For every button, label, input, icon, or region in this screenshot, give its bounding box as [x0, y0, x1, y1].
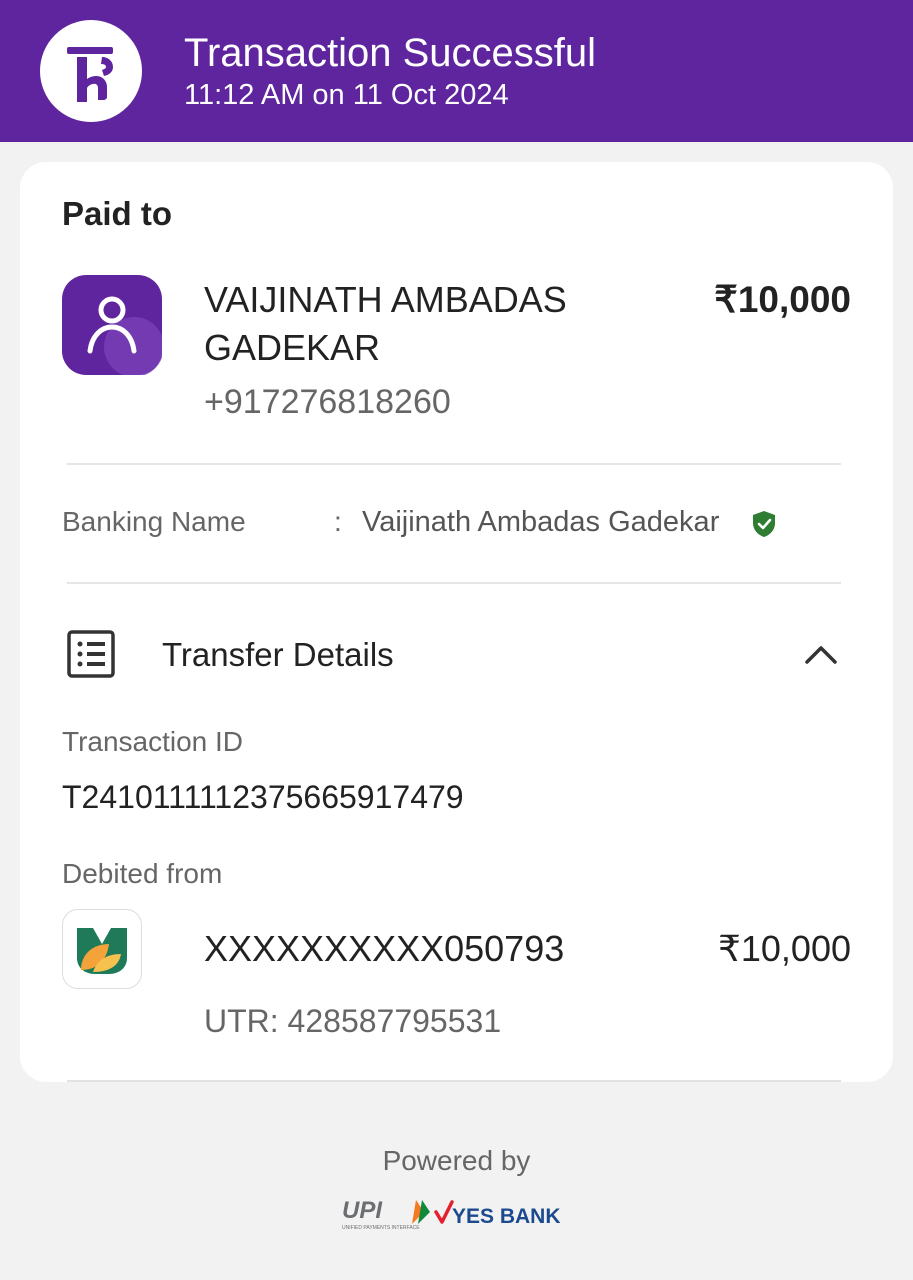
transaction-id-value: T2410111112375665917479	[62, 779, 464, 815]
utr-number: UTR: 428587795531	[204, 1003, 502, 1039]
transaction-card: Paid to VAIJINATH AMBADAS GADEKAR +91727…	[20, 162, 893, 1082]
debited-account-number: XXXXXXXXXX050793	[204, 928, 565, 969]
payee-name: VAIJINATH AMBADAS GADEKAR	[204, 279, 567, 368]
debited-from-label: Debited from	[62, 858, 223, 889]
svg-text:UNIFIED PAYMENTS INTERFACE: UNIFIED PAYMENTS INTERFACE	[342, 1225, 420, 1231]
divider	[67, 1080, 841, 1082]
phonepe-logo-icon	[40, 20, 142, 122]
receipt-list-icon	[67, 630, 115, 678]
svg-text:UPI: UPI	[342, 1197, 383, 1224]
banking-name-value: Vaijinath Ambadas Gadekar	[362, 506, 720, 538]
partner-logos: UPI UNIFIED PAYMENTS INTERFACE YES BANK	[340, 1194, 580, 1234]
transfer-details-title[interactable]: Transfer Details	[162, 634, 394, 676]
chevron-up-icon[interactable]	[803, 638, 839, 670]
divider	[67, 582, 841, 584]
divider	[67, 463, 841, 465]
transaction-id-label: Transaction ID	[62, 726, 244, 757]
paid-amount: ₹10,000	[714, 279, 851, 320]
powered-by-label: Powered by	[382, 1145, 531, 1176]
debited-amount: ₹10,000	[717, 928, 851, 969]
header-bar: Transaction Successful 11:12 AM on 11 Oc…	[0, 0, 913, 142]
payee-phone: +917276818260	[204, 383, 451, 421]
svg-text:YES BANK: YES BANK	[452, 1205, 561, 1228]
person-icon	[62, 275, 164, 377]
bank-logo-icon	[62, 909, 142, 989]
transaction-status-title: Transaction Successful	[184, 31, 597, 75]
banking-name-label: Banking Name	[62, 506, 246, 537]
verified-shield-icon	[751, 510, 777, 538]
banking-name-separator: :	[334, 506, 342, 537]
transaction-timestamp: 11:12 AM on 11 Oct 2024	[184, 79, 509, 111]
upi-logo-icon: UPI UNIFIED PAYMENTS INTERFACE YES BANK	[342, 1197, 561, 1231]
paid-to-label: Paid to	[62, 195, 173, 232]
